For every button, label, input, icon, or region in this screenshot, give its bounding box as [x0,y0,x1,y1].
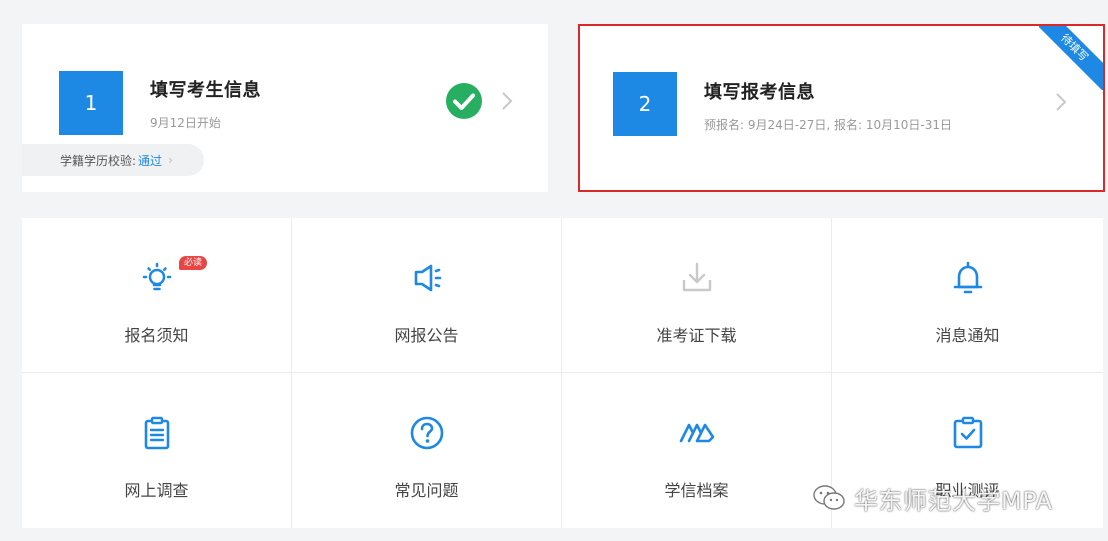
speaker-icon [414,264,441,292]
clipboard-icon [144,416,169,450]
pending-ribbon: 待填写 [1039,26,1103,90]
grid-item-label: 准考证下载 [656,326,737,345]
small-chevron-icon: › [168,153,173,167]
step-number-badge: 1 [59,71,123,135]
chevron-right-icon[interactable] [500,91,514,111]
archive-icon [679,423,714,443]
grid-item-label: 报名须知 [124,326,189,345]
grid-item-online-survey[interactable]: 网上调查 [22,373,292,528]
question-icon [410,416,443,450]
must-read-badge: 必读 [179,256,208,270]
grid-item-label: 网上调查 [124,481,189,500]
wechat-watermark: 华东师范大学MPA [812,478,1053,518]
verify-label: 学籍学历校验: [60,153,137,168]
clipboard-check-icon [953,416,982,449]
step-card-application-info[interactable]: 2 填写报考信息 预报名: 9月24日-27日, 报名: 10月10日-31日 … [578,24,1105,192]
grid-item-faq[interactable]: 常见问题 [292,373,562,528]
lightbulb-icon [142,262,171,291]
grid-item-student-archive[interactable]: 学信档案 [562,373,832,528]
grid-item-label: 常见问题 [394,481,459,500]
chevron-right-icon[interactable] [1054,92,1068,112]
wechat-icon [813,485,845,510]
ribbon-label: 待填写 [1039,26,1103,90]
bell-icon [953,261,982,294]
grid-item-notifications[interactable]: 消息通知 [832,218,1103,373]
step-subtitle: 预报名: 9月24日-27日, 报名: 10月10日-31日 [704,118,952,132]
step-card-student-info[interactable]: 1 填写考生信息 9月12日开始 学籍学历校验: 通过 › [22,24,548,192]
verification-status[interactable]: 学籍学历校验: 通过 › [22,144,204,176]
grid-item-registration-notice[interactable]: 必读 报名须知 [22,218,292,373]
grid-item-label: 消息通知 [935,326,1000,345]
grid-item-announcements[interactable]: 网报公告 [292,218,562,373]
download-icon [682,262,711,292]
grid-item-label: 学信档案 [664,481,729,500]
watermark-text: 华东师范大学MPA [854,486,1053,515]
step-number-badge: 2 [613,72,677,136]
grid-item-admission-ticket[interactable]: 准考证下载 [562,218,832,373]
check-circle-icon [446,83,482,119]
step-title: 填写考生信息 [150,80,261,101]
grid-item-label: 网报公告 [394,326,459,345]
step-subtitle: 9月12日开始 [150,116,221,130]
step-title: 填写报考信息 [704,82,815,103]
verify-status-link[interactable]: 通过 [138,152,162,169]
